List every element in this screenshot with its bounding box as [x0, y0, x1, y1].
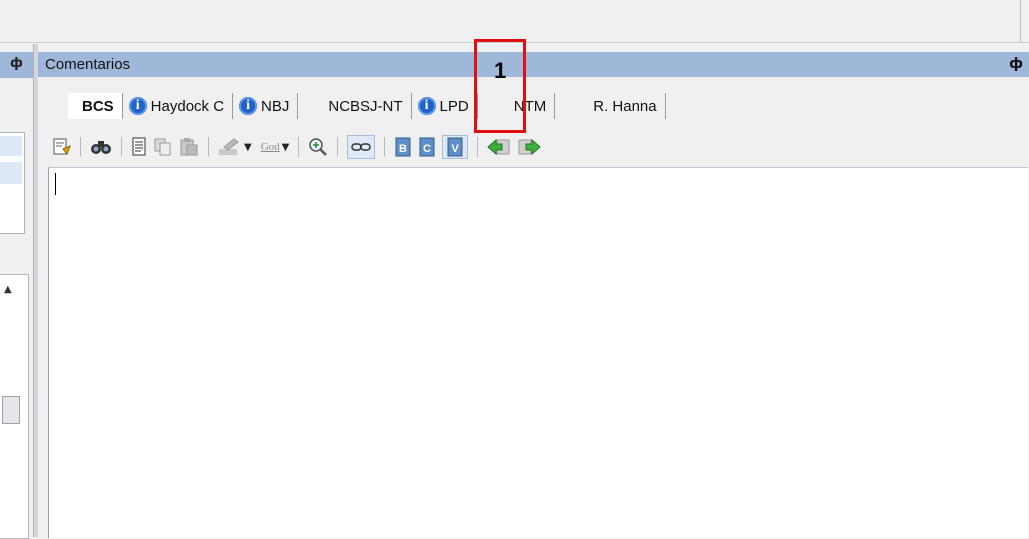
- tab-label: Haydock C: [150, 97, 225, 115]
- link-icon[interactable]: [347, 135, 376, 159]
- tab-label: LPD: [439, 97, 469, 115]
- info-icon[interactable]: i: [417, 97, 436, 115]
- edit-properties-icon[interactable]: [51, 136, 71, 158]
- toolbar-separator: [80, 137, 81, 157]
- toolbar-separator: [477, 137, 479, 157]
- back-icon[interactable]: [487, 136, 511, 158]
- tab-label: R. Hanna: [593, 97, 657, 115]
- book-v-letter: V: [452, 143, 460, 155]
- toolbar-separator: [384, 137, 386, 157]
- tab-label: BCS: [82, 97, 114, 115]
- book-b-icon[interactable]: B: [394, 136, 412, 158]
- left-panel-item[interactable]: [0, 136, 22, 156]
- forward-icon[interactable]: [517, 136, 542, 158]
- dropdown-arrow-icon[interactable]: ▼: [282, 142, 290, 153]
- toolbar-separator: [208, 137, 209, 157]
- panel-title: Comentarios: [45, 56, 131, 73]
- left-pin-icon[interactable]: ф: [10, 56, 23, 71]
- tab-haydock-c[interactable]: i Haydock C: [123, 93, 234, 119]
- tab-ncbsj-nt[interactable]: NCBSJ-NT: [298, 93, 412, 119]
- tab-label: NCBSJ-NT: [328, 97, 403, 115]
- book-b-letter: B: [399, 143, 407, 155]
- tab-lpd[interactable]: i LPD: [412, 93, 478, 119]
- scroll-up-arrow-icon[interactable]: ▲: [4, 284, 12, 295]
- toolbar-separator: [121, 137, 122, 157]
- annotation-label: 1: [494, 58, 507, 83]
- book-v-icon[interactable]: V: [442, 135, 469, 159]
- comments-panel: Comentarios ф BCS i Haydock C i NBJ NCBS…: [38, 44, 1029, 538]
- paste-icon[interactable]: [179, 136, 199, 158]
- left-docked-panel: ф ▲: [0, 44, 33, 539]
- book-c-icon[interactable]: C: [418, 136, 436, 158]
- god-label: God: [260, 141, 280, 153]
- book-c-letter: C: [423, 143, 431, 155]
- zoom-icon[interactable]: [308, 136, 328, 158]
- comment-editor[interactable]: [48, 167, 1028, 538]
- info-icon[interactable]: i: [239, 97, 258, 115]
- scrollbar-thumb[interactable]: [2, 396, 20, 424]
- document-icon[interactable]: [131, 136, 147, 158]
- panel-header: Comentarios ф: [38, 52, 1029, 77]
- info-icon[interactable]: i: [128, 97, 147, 115]
- top-strip: [0, 0, 1029, 43]
- left-panel-item[interactable]: [0, 162, 22, 184]
- tab-r-hanna[interactable]: R. Hanna: [555, 93, 666, 119]
- toolbar: ▼ God ▼ B C V: [48, 134, 1023, 160]
- commentary-tabs: BCS i Haydock C i NBJ NCBSJ-NT i LPD NTM…: [68, 93, 666, 119]
- find-icon[interactable]: [90, 136, 112, 158]
- dropdown-arrow-icon[interactable]: ▼: [244, 142, 252, 153]
- tab-label: NBJ: [261, 97, 290, 115]
- text-caret: [55, 173, 56, 195]
- tab-nbj[interactable]: i NBJ: [233, 93, 299, 119]
- god-strikethrough-icon[interactable]: God ▼: [261, 136, 290, 158]
- highlight-icon[interactable]: ▼: [218, 136, 252, 158]
- copy-icon[interactable]: [153, 136, 173, 158]
- pin-icon[interactable]: ф: [1009, 56, 1023, 72]
- tab-bcs[interactable]: BCS: [68, 93, 123, 119]
- toolbar-separator: [298, 137, 300, 157]
- toolbar-separator: [337, 137, 339, 157]
- annotation-highlight-box: [474, 39, 526, 133]
